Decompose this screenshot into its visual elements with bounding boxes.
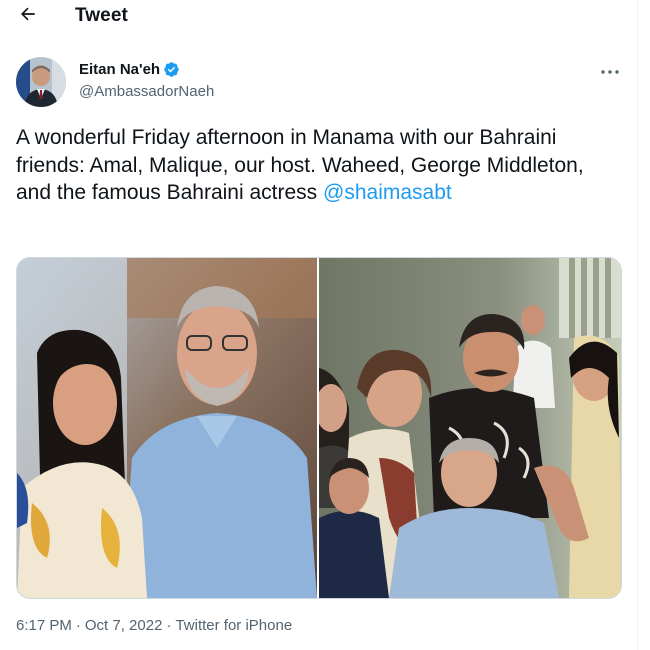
tweet-date[interactable]: Oct 7, 2022: [85, 617, 163, 634]
more-horizontal-icon: [600, 62, 620, 80]
more-options-button[interactable]: [596, 61, 624, 81]
author-name[interactable]: Eitan Na'eh: [79, 61, 180, 78]
tweet-meta: 6:17 PM · Oct 7, 2022 · Twitter for iPho…: [16, 617, 292, 634]
author-handle[interactable]: @AmbassadorNaeh: [79, 83, 214, 100]
meta-separator: ·: [75, 617, 81, 634]
tweet-time[interactable]: 6:17 PM: [16, 617, 72, 634]
author-avatar[interactable]: [16, 57, 66, 107]
tweet-source[interactable]: Twitter for iPhone: [175, 617, 292, 634]
photo-left[interactable]: [17, 258, 317, 598]
back-button[interactable]: [14, 2, 42, 30]
photo-right[interactable]: [319, 258, 621, 598]
tweet-body: A wonderful Friday afternoon in Manama w…: [16, 126, 584, 204]
tweet-text: A wonderful Friday afternoon in Manama w…: [16, 124, 616, 207]
column-divider: [637, 0, 638, 650]
arrow-left-icon: [18, 4, 38, 29]
meta-separator-2: ·: [166, 617, 172, 634]
author-name-text: Eitan Na'eh: [79, 61, 161, 78]
top-bar: Tweet: [0, 0, 637, 34]
verified-badge-icon: [163, 61, 180, 78]
tweet-media: [16, 257, 622, 599]
mention-link[interactable]: @shaimasabt: [323, 181, 452, 204]
page-title: Tweet: [75, 5, 128, 26]
